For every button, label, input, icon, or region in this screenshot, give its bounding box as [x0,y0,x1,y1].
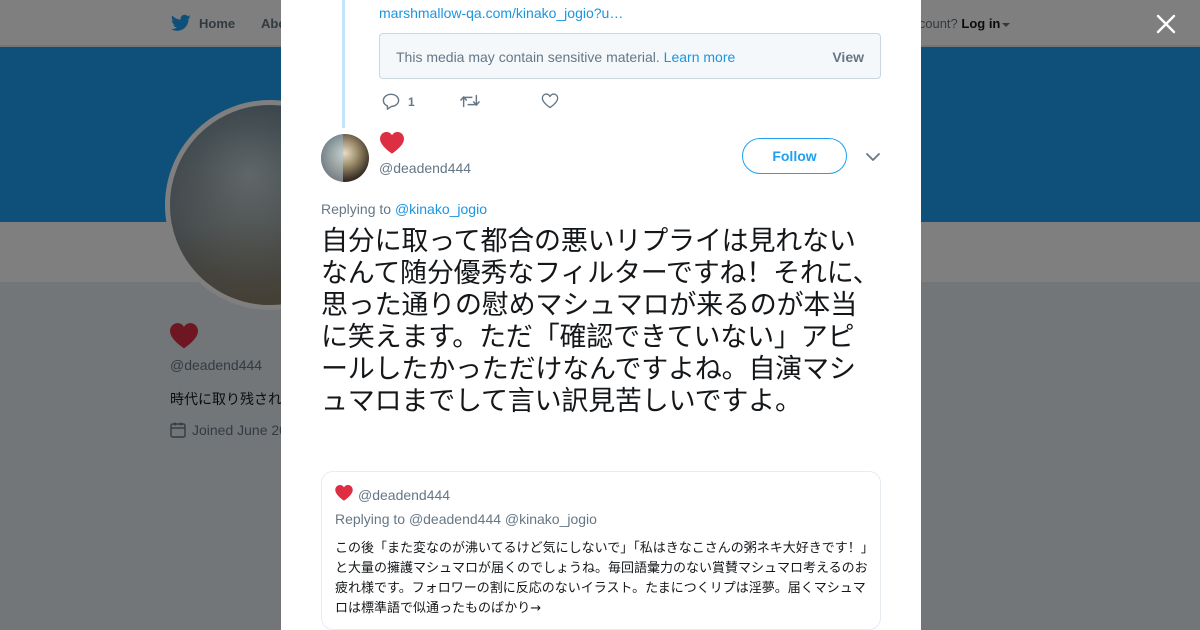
quoted-author-handle: @deadend444 [358,487,451,503]
close-button[interactable] [1154,12,1178,36]
chevron-down-icon [866,153,880,161]
quoted-tweet[interactable]: @deadend444 Replying to @deadend444 @kin… [321,471,881,630]
sensitive-media-notice: This media may contain sensitive materia… [379,33,881,79]
thread-connector [342,0,345,128]
learn-more-link[interactable]: Learn more [664,49,736,65]
retweet-icon [460,94,480,108]
quoted-replying-line: Replying to @deadend444 @kinako_jogio [335,511,597,527]
media-warning-text: This media may contain sensitive materia… [396,49,735,65]
reply-count: 1 [408,94,415,109]
close-icon [1156,14,1176,34]
view-media-button[interactable]: View [832,49,864,65]
reply-icon [382,93,400,110]
follow-button[interactable]: Follow [742,138,847,174]
quoted-replying-mentions: @deadend444 @kinako_jogio [408,511,597,527]
quoted-tweet-text: この後「また変なのが沸いてるけど気にしないで」「私はきなこさんの粥ネキ大好きです… [335,541,868,616]
reply-action[interactable]: 1 [382,93,415,110]
tweet-menu-button[interactable] [865,150,881,164]
quoted-author-heart-icon [335,485,353,506]
replying-mention-link[interactable]: @kinako_jogio [395,201,487,217]
like-heart-outline-icon [541,93,559,109]
replying-prefix: Replying to [321,201,392,217]
author-name-heart-icon [380,132,404,159]
replying-to-line: Replying to @kinako_jogio [321,201,487,217]
tweet-modal: marshmallow-qa.com/kinako_jogio?u… This … [281,0,921,630]
like-action[interactable] [541,93,559,109]
quoted-replying-prefix: Replying to [335,511,406,527]
tweet-text: 自分に取って都合の悪いリプライは見れないなんて随分優秀なフィルターですね！それに… [321,226,880,417]
media-warning-label: This media may contain sensitive materia… [396,49,660,65]
retweet-action[interactable] [460,93,480,109]
tweet-author-avatar[interactable] [321,134,369,182]
tweet-author-handle[interactable]: @deadend444 [379,160,471,176]
previous-tweet-link[interactable]: marshmallow-qa.com/kinako_jogio?u… [379,5,623,21]
